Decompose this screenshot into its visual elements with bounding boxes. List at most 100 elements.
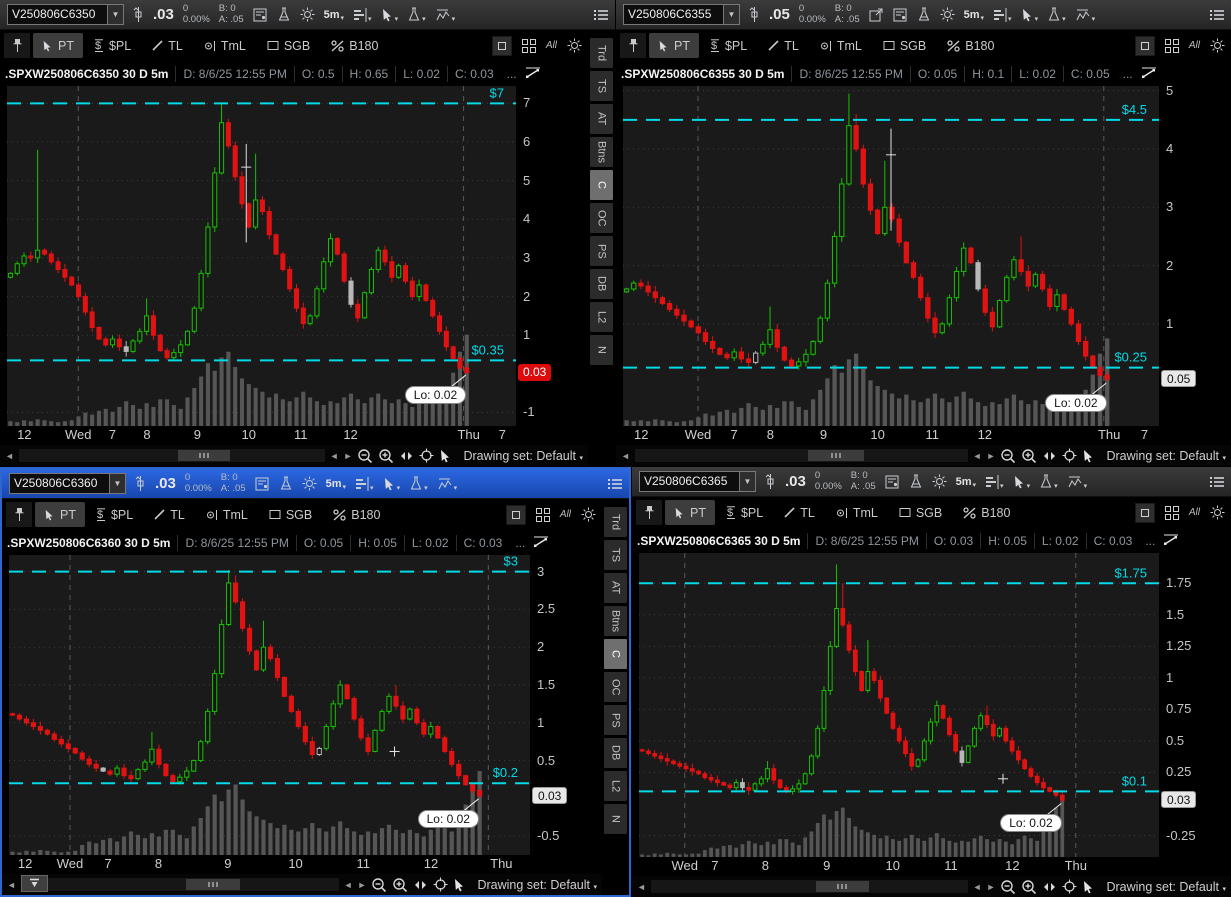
single-chart-button[interactable] [492,36,512,56]
pin-toolbar-button[interactable] [4,33,30,58]
drawing-set-selector[interactable]: Drawing set: Default ▾ [1106,449,1226,463]
news-icon[interactable] [893,8,908,22]
tool-b180[interactable]: B180 [322,33,387,58]
settings-gear-icon[interactable] [932,474,947,489]
tool-timeline[interactable]: TmL [811,33,871,58]
drawing-set-selector[interactable]: Drawing set: Default ▾ [463,449,583,463]
strategies-flask-icon[interactable]: ▾ [407,7,426,22]
pointer-mode-icon[interactable] [439,449,452,463]
gadget-tab-trd[interactable]: Trd [590,38,613,68]
crosshair-target-icon[interactable] [419,448,434,463]
studies-flask-icon[interactable] [917,7,931,22]
tool-sgb[interactable]: SGB [874,33,935,58]
price-axis[interactable]: -112345670.03 [516,86,588,426]
zoom-in-icon[interactable] [1021,448,1037,464]
tool-timeline[interactable]: TmL [827,500,887,525]
gadget-tab-ts[interactable]: TS [604,540,627,570]
tool-pointer-pt[interactable]: PT [665,500,715,525]
volume-profile-icon[interactable]: ▾ [993,8,1012,22]
gadget-tab-c[interactable]: C [590,170,613,200]
strategies-flask-icon[interactable]: ▾ [1039,474,1058,489]
symbol-dropdown-button[interactable]: ▼ [723,4,740,25]
chart-scrollbar[interactable] [21,878,339,891]
pan-left-icon[interactable]: ◄ [344,880,353,890]
pan-left-icon[interactable]: ◄ [330,451,339,461]
gadget-tab-l2[interactable]: L2 [590,302,613,332]
gadget-tab-trd[interactable]: Trd [604,507,627,537]
gadget-tab-btns[interactable]: Btns [604,606,627,636]
studies-flask-icon[interactable] [909,474,923,489]
pin-toolbar-button[interactable] [6,502,32,527]
zoom-out-icon[interactable] [371,877,387,893]
gadget-tab-oc[interactable]: OC [604,672,627,702]
settings-gear-icon[interactable] [940,7,955,22]
pointer-mode-icon[interactable] [1082,880,1095,894]
horizontal-expand-icon[interactable] [399,450,414,462]
pointer-mode-icon[interactable] [453,878,466,892]
news-icon[interactable] [253,8,268,22]
chart-plot-area[interactable]: $7$0.35 Lo: 0.02 [7,86,516,426]
volume-profile-icon[interactable]: ▾ [985,475,1004,489]
gadget-tab-l2[interactable]: L2 [604,771,627,801]
pattern-icon[interactable]: ▾ [437,477,458,491]
all-button[interactable]: All [546,40,557,51]
gadget-tab-n[interactable]: N [604,804,627,834]
gadget-tab-c[interactable]: C [604,639,627,669]
chart-settings-gear-icon[interactable] [581,507,596,522]
crosshair-target-icon[interactable] [1062,879,1077,894]
symbol-input[interactable]: V250806C6350 [7,4,107,25]
header-more[interactable]: ... [1117,67,1139,81]
header-more[interactable]: ... [509,536,531,550]
go-to-end-button[interactable] [21,875,48,892]
tool-dollar-pl[interactable]: $ $PL [702,33,756,58]
scroll-left-icon[interactable]: ◄ [637,882,646,892]
grid-layout-icon[interactable] [522,39,536,53]
pan-right-icon[interactable]: ► [987,451,996,461]
pan-right-icon[interactable]: ► [344,451,353,461]
volume-profile-icon[interactable]: ▾ [353,8,372,22]
gadget-tab-at[interactable]: AT [604,573,627,603]
settings-gear-icon[interactable] [300,7,315,22]
gadget-tab-oc[interactable]: OC [590,203,613,233]
scroll-left-icon[interactable]: ◄ [7,880,16,890]
panel-menu-icon[interactable] [1210,9,1224,21]
tool-dollar-pl[interactable]: $ $PL [88,502,142,527]
pattern-icon[interactable]: ▾ [1075,8,1096,22]
gadget-tab-btns[interactable]: Btns [590,137,613,167]
horizontal-expand-icon[interactable] [1042,450,1057,462]
tool-pointer-pt[interactable]: PT [33,33,83,58]
cursor-tool-icon[interactable]: ▾ [1021,8,1039,22]
scroll-left-icon[interactable]: ◄ [5,451,14,461]
timeframe-dropdown[interactable]: 5m▾ [324,9,344,21]
volume-profile-icon[interactable]: ▾ [355,477,374,491]
pan-left-icon[interactable]: ◄ [973,451,982,461]
single-chart-button[interactable] [1135,36,1155,56]
chart-settings-gear-icon[interactable] [1210,505,1225,520]
horizontal-expand-icon[interactable] [413,879,428,891]
crosshair-target-icon[interactable] [1062,448,1077,463]
tool-sgb[interactable]: SGB [890,500,951,525]
tool-b180[interactable]: B180 [324,502,389,527]
symbol-dropdown-button[interactable]: ▼ [109,473,126,494]
panel-menu-icon[interactable] [1210,476,1224,488]
scrollbar-thumb[interactable] [178,450,230,461]
tool-timeline[interactable]: TmL [195,33,255,58]
gadget-tab-ts[interactable]: TS [590,71,613,101]
price-axis[interactable]: 123450.05 [1159,86,1231,426]
all-button[interactable]: All [1189,507,1200,518]
gadget-tab-db[interactable]: DB [590,269,613,299]
tool-trendline[interactable]: TL [145,502,194,527]
grid-layout-icon[interactable] [1165,506,1179,520]
gadget-tab-ps[interactable]: PS [604,705,627,735]
horizontal-expand-icon[interactable] [1042,881,1057,893]
scrollbar-thumb[interactable] [808,450,865,461]
pattern-icon[interactable]: ▾ [435,8,456,22]
tool-pointer-pt[interactable]: PT [35,502,85,527]
all-button[interactable]: All [560,509,571,520]
tool-trendline[interactable]: TL [759,33,808,58]
studies-flask-icon[interactable] [277,7,291,22]
single-chart-button[interactable] [1135,503,1155,523]
gadget-tab-db[interactable]: DB [604,738,627,768]
chart-plot-area[interactable]: $3$0.2 Lo: 0.02 [9,555,530,855]
header-more[interactable]: ... [501,67,523,81]
